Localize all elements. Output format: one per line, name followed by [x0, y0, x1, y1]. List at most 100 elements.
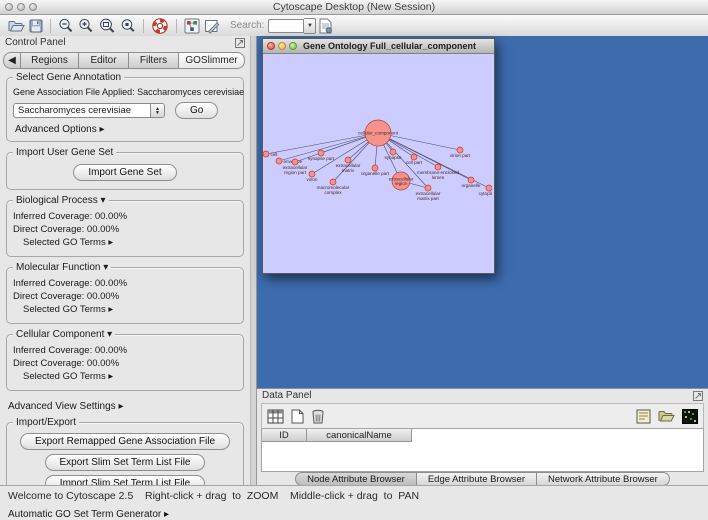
toolbar-separator: [143, 19, 144, 33]
graph-node-extracellular-region-part[interactable]: [292, 159, 298, 165]
graph-node-envelope[interactable]: [276, 158, 282, 164]
annotation-button[interactable]: [204, 17, 220, 35]
tab-scroll-left[interactable]: ◀: [3, 52, 21, 69]
species-value: Saccharomyces cerevisiae: [14, 105, 150, 116]
save-button[interactable]: [29, 17, 43, 35]
graph-node-synapse[interactable]: [390, 149, 396, 155]
attribute-list-button[interactable]: [636, 407, 651, 425]
search-input[interactable]: [268, 19, 304, 33]
zoom-in-button[interactable]: [78, 17, 94, 35]
trash-icon: [311, 409, 325, 424]
column-header-id[interactable]: ID: [262, 429, 307, 442]
gene-association-file-label: Gene Association File Applied: Saccharom…: [13, 87, 237, 97]
graph-node-organelle-part[interactable]: [372, 165, 378, 171]
graph-node-extracellular-matrix[interactable]: [345, 157, 351, 163]
attribute-table[interactable]: ID canonicalName: [261, 428, 704, 472]
zoom-fit-button[interactable]: [98, 17, 116, 35]
group-title: Import User Gene Set: [13, 147, 116, 158]
select-gene-annotation-group: Select Gene Annotation Gene Association …: [6, 77, 244, 142]
zoom-out-button[interactable]: [58, 17, 74, 35]
inferred-coverage: Inferred Coverage: 00.00%: [13, 278, 237, 289]
graph-node-label: virion: [307, 177, 318, 182]
search-dropdown-button[interactable]: ▼: [304, 18, 316, 34]
graph-node-virion-part[interactable]: [457, 147, 463, 153]
new-attribute-button[interactable]: [291, 407, 304, 425]
group-title: Import/Export: [13, 417, 79, 428]
molecular-function-toggle[interactable]: Molecular Function ▾: [13, 262, 111, 273]
new-attribute-icon: [291, 409, 304, 424]
automatic-go-set-term-generator-toggle[interactable]: Automatic GO Set Term Generator ▸: [8, 509, 242, 520]
zoom-selected-icon: [120, 18, 136, 34]
selected-go-terms-toggle[interactable]: Selected GO Terms ▸: [23, 371, 237, 382]
open-icon: [8, 19, 25, 33]
graph-node-organelle[interactable]: [468, 177, 474, 183]
tab-filters[interactable]: Filters: [129, 52, 179, 69]
graph-node-label: extracellularregion part: [283, 165, 308, 175]
import-gene-set-button[interactable]: Import Gene Set: [73, 164, 176, 181]
float-panel-button[interactable]: [693, 391, 703, 401]
search-label: Search:: [230, 20, 264, 31]
biological-process-toggle[interactable]: Biological Process ▾: [13, 195, 109, 206]
selected-go-terms-toggle[interactable]: Selected GO Terms ▸: [23, 304, 237, 315]
go-button[interactable]: Go: [175, 102, 218, 119]
matrix-button[interactable]: [682, 407, 698, 425]
data-panel-title: Data Panel: [262, 390, 311, 401]
open-button[interactable]: [8, 17, 25, 35]
create-network-button[interactable]: [184, 17, 200, 35]
search-settings-button[interactable]: [318, 17, 333, 35]
export-slim-set-term-list-file-button[interactable]: Export Slim Set Term List File: [45, 454, 206, 471]
graph-node-macromolecular-complex[interactable]: [330, 179, 336, 185]
close-button[interactable]: [267, 42, 275, 50]
graph-node-virion[interactable]: [309, 171, 315, 177]
tab-goslimmer[interactable]: GOSlimmer: [179, 52, 245, 69]
control-panel: Control Panel ◀ Regions Editor Filters G…: [0, 36, 250, 486]
control-panel-header: Control Panel: [0, 36, 250, 49]
tab-editor[interactable]: Editor: [79, 52, 129, 69]
save-icon: [29, 19, 43, 33]
search-settings-icon: [318, 18, 333, 34]
float-panel-button[interactable]: [235, 38, 245, 48]
network-canvas[interactable]: cellular_componentcellenvelopesynapse pa…: [263, 54, 494, 273]
graph-node-extracellular-matrix-part[interactable]: [425, 185, 431, 191]
help-button[interactable]: [151, 17, 169, 35]
delete-attribute-button[interactable]: [311, 407, 325, 425]
minimize-button[interactable]: [278, 42, 286, 50]
status-welcome: Welcome to Cytoscape 2.5: [8, 490, 133, 502]
status-pan-hint: Middle-click + drag to PAN: [290, 490, 419, 502]
tab-node-attribute-browser[interactable]: Node Attribute Browser: [295, 472, 417, 486]
zoom-button[interactable]: [289, 42, 297, 50]
cellular-component-toggle[interactable]: Cellular Component ▾: [13, 329, 115, 340]
help-icon: [151, 17, 169, 35]
tab-network-attribute-browser[interactable]: Network Attribute Browser: [537, 472, 670, 486]
graph-node-cell-part[interactable]: [411, 154, 417, 160]
graph-node-cell[interactable]: [263, 151, 269, 157]
group-title: Select Gene Annotation: [13, 72, 124, 83]
advanced-view-settings-toggle[interactable]: Advanced View Settings ▸: [8, 401, 242, 412]
zoom-selected-button[interactable]: [120, 17, 136, 35]
select-attributes-button[interactable]: [267, 407, 284, 425]
zoom-fit-icon: [98, 18, 116, 34]
selected-go-terms-toggle[interactable]: Selected GO Terms ▸: [23, 237, 237, 248]
panel-splitter[interactable]: [250, 36, 257, 486]
network-window-titlebar[interactable]: Gene Ontology Full_cellular_component: [263, 39, 494, 54]
graph-node-cytoplasm[interactable]: [486, 185, 492, 191]
graph-node-membrane-enclosed-lumen[interactable]: [435, 164, 441, 170]
column-header-canonicalname[interactable]: canonicalName: [307, 429, 412, 442]
matrix-icon: [682, 409, 698, 424]
graph-node-label: membrane-enclosedlumen: [417, 170, 459, 180]
graph-node-label: cytoplasm: [479, 191, 492, 196]
load-attributes-button[interactable]: [658, 407, 675, 425]
network-window[interactable]: Gene Ontology Full_cellular_component ce…: [262, 38, 495, 274]
table-icon: [267, 409, 284, 424]
tab-edge-attribute-browser[interactable]: Edge Attribute Browser: [417, 472, 537, 486]
advanced-options-toggle[interactable]: Advanced Options ▸: [15, 124, 237, 135]
control-panel-title: Control Panel: [5, 37, 66, 48]
graph-node-synapse-part[interactable]: [318, 150, 324, 156]
zoom-out-icon: [58, 18, 74, 34]
species-combobox[interactable]: Saccharomyces cerevisiae ▲▼: [13, 103, 165, 118]
export-remapped-gene-association-file-button[interactable]: Export Remapped Gene Association File: [20, 433, 230, 450]
folder-icon: [658, 409, 675, 423]
tab-regions[interactable]: Regions: [21, 52, 79, 69]
graph-node-label: cell part: [406, 160, 423, 165]
search-combobox: ▼: [268, 19, 316, 33]
